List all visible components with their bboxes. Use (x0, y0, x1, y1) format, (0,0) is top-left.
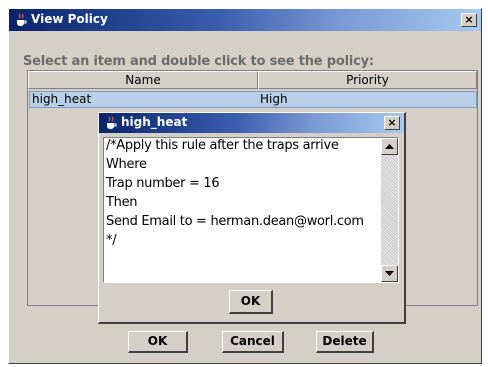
row-priority-cell: High (260, 92, 288, 106)
java-cup-icon (17, 13, 27, 26)
policy-text-line: */ (106, 233, 117, 248)
window-title: View Policy (31, 12, 108, 26)
arrow-down-icon[interactable] (381, 265, 398, 282)
delete-button[interactable]: Delete (316, 331, 374, 353)
column-header-priority[interactable]: Priority (258, 71, 477, 89)
close-icon[interactable]: × (461, 13, 477, 27)
vertical-scrollbar[interactable] (381, 138, 398, 282)
table-row[interactable]: high_heat High (29, 91, 477, 108)
dialog-title-bar[interactable]: high_heat × (99, 113, 404, 133)
policy-text-line: Trap number = 16 (106, 176, 220, 191)
cancel-button[interactable]: Cancel (222, 331, 284, 353)
instruction-text: Select an item and double click to see t… (23, 54, 374, 69)
arrow-up-icon[interactable] (381, 138, 398, 155)
policy-text-line: Where (106, 157, 147, 172)
dialog-title: high_heat (121, 115, 188, 129)
column-header-name[interactable]: Name (28, 71, 258, 89)
dialog-ok-button[interactable]: OK (229, 290, 273, 314)
ok-button[interactable]: OK (128, 331, 188, 353)
close-icon[interactable]: × (384, 116, 400, 130)
policy-text-line: Send Email to = herman.dean@worl.com (106, 214, 364, 229)
java-cup-icon (107, 116, 117, 129)
title-bar[interactable]: View Policy × (9, 9, 481, 31)
row-name-cell: high_heat (32, 92, 92, 106)
policy-text-line: /*Apply this rule after the traps arrive (106, 138, 339, 153)
policy-text-area[interactable]: /*Apply this rule after the traps arrive… (103, 137, 399, 283)
policy-detail-dialog: high_heat × /*Apply this rule after the … (98, 112, 406, 324)
policy-text-line: Then (106, 195, 138, 210)
